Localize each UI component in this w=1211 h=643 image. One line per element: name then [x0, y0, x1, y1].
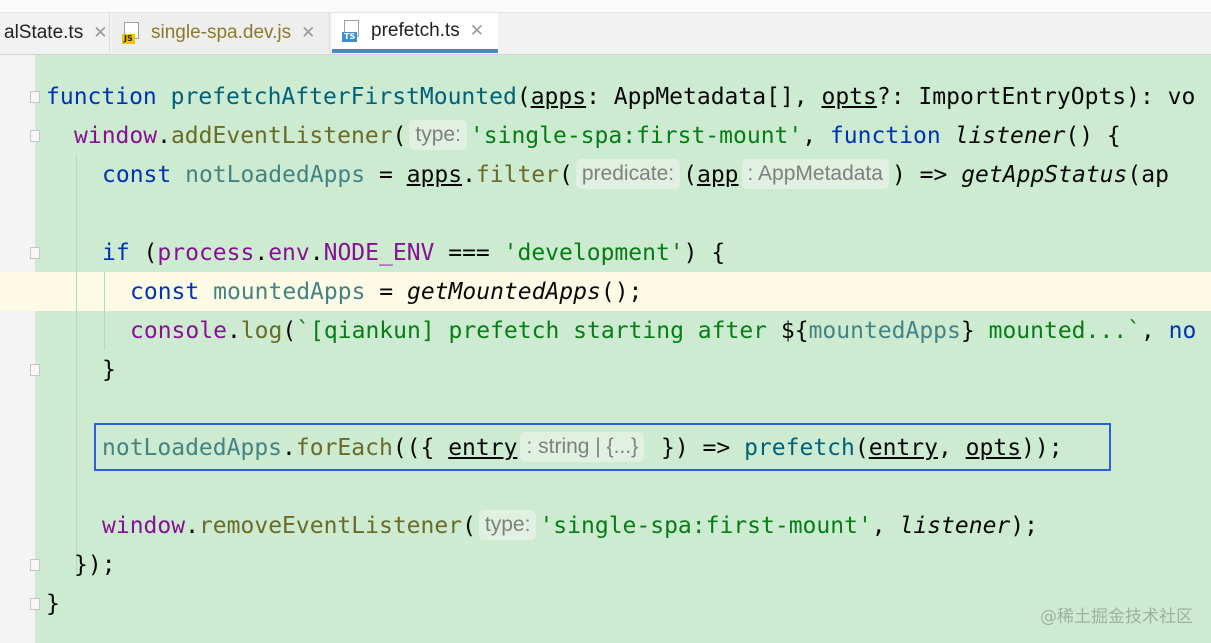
editor-tab-bar: alState.ts ✕ JS single-spa.dev.js ✕ TS p… — [0, 0, 1211, 55]
tab-label: single-spa.dev.js — [151, 22, 292, 43]
tab-label: alState.ts — [4, 22, 84, 43]
highlight-box — [94, 423, 1111, 471]
fold-marker-icon[interactable] — [30, 91, 40, 103]
editor-gutter[interactable] — [0, 55, 36, 643]
watermark: @稀土掘金技术社区 — [1040, 607, 1193, 627]
ts-file-icon: TS — [342, 20, 362, 42]
tab-bar-top-strip — [0, 0, 1211, 13]
fold-marker-icon[interactable] — [30, 559, 40, 571]
function-name: prefetchAfterFirstMounted — [170, 84, 517, 110]
code-line-7[interactable]: console.log(`[qiankun] prefetch starting… — [130, 312, 1196, 351]
close-icon[interactable]: ✕ — [470, 21, 484, 41]
param-opts: opts — [821, 84, 877, 110]
tab-prefetch-ts[interactable]: TS prefetch.ts ✕ — [332, 13, 498, 53]
close-icon[interactable]: ✕ — [301, 23, 315, 43]
tab-global-state[interactable]: alState.ts ✕ — [0, 13, 110, 53]
code-line-14[interactable]: } — [46, 585, 60, 624]
code-line-5[interactable]: if (process.env.NODE_ENV === 'developmen… — [102, 234, 725, 273]
type-hint: : AppMetadata — [741, 158, 889, 189]
parameter-hint: type: — [478, 509, 537, 540]
indent-guide — [104, 272, 105, 350]
code-line-6[interactable]: const mountedApps = getMountedApps(); — [130, 273, 642, 312]
code-line-2[interactable]: window.addEventListener(type:'single-spa… — [74, 117, 1121, 156]
keyword: function — [46, 84, 157, 110]
code-line-8[interactable]: } — [102, 351, 116, 390]
js-file-icon: JS — [122, 22, 142, 44]
tab-label: prefetch.ts — [371, 20, 460, 41]
code-line-13[interactable]: }); — [74, 546, 116, 585]
code-line-12[interactable]: window.removeEventListener(type:'single-… — [102, 507, 1038, 546]
fold-marker-icon[interactable] — [30, 364, 40, 376]
fold-marker-icon[interactable] — [30, 598, 40, 610]
param-apps: apps — [530, 84, 587, 110]
tab-single-spa-dev-js[interactable]: JS single-spa.dev.js ✕ — [112, 13, 330, 53]
indent-guide — [76, 155, 77, 573]
fold-marker-icon[interactable] — [30, 247, 40, 259]
parameter-hint: predicate: — [575, 158, 681, 189]
parameter-hint: type: — [409, 119, 467, 150]
close-icon[interactable]: ✕ — [93, 23, 107, 43]
code-line-1[interactable]: function prefetchAfterFirstMounted(apps:… — [46, 78, 1195, 117]
code-line-3[interactable]: const notLoadedApps = apps.filter(predic… — [102, 156, 1169, 195]
fold-marker-icon[interactable] — [30, 130, 40, 142]
